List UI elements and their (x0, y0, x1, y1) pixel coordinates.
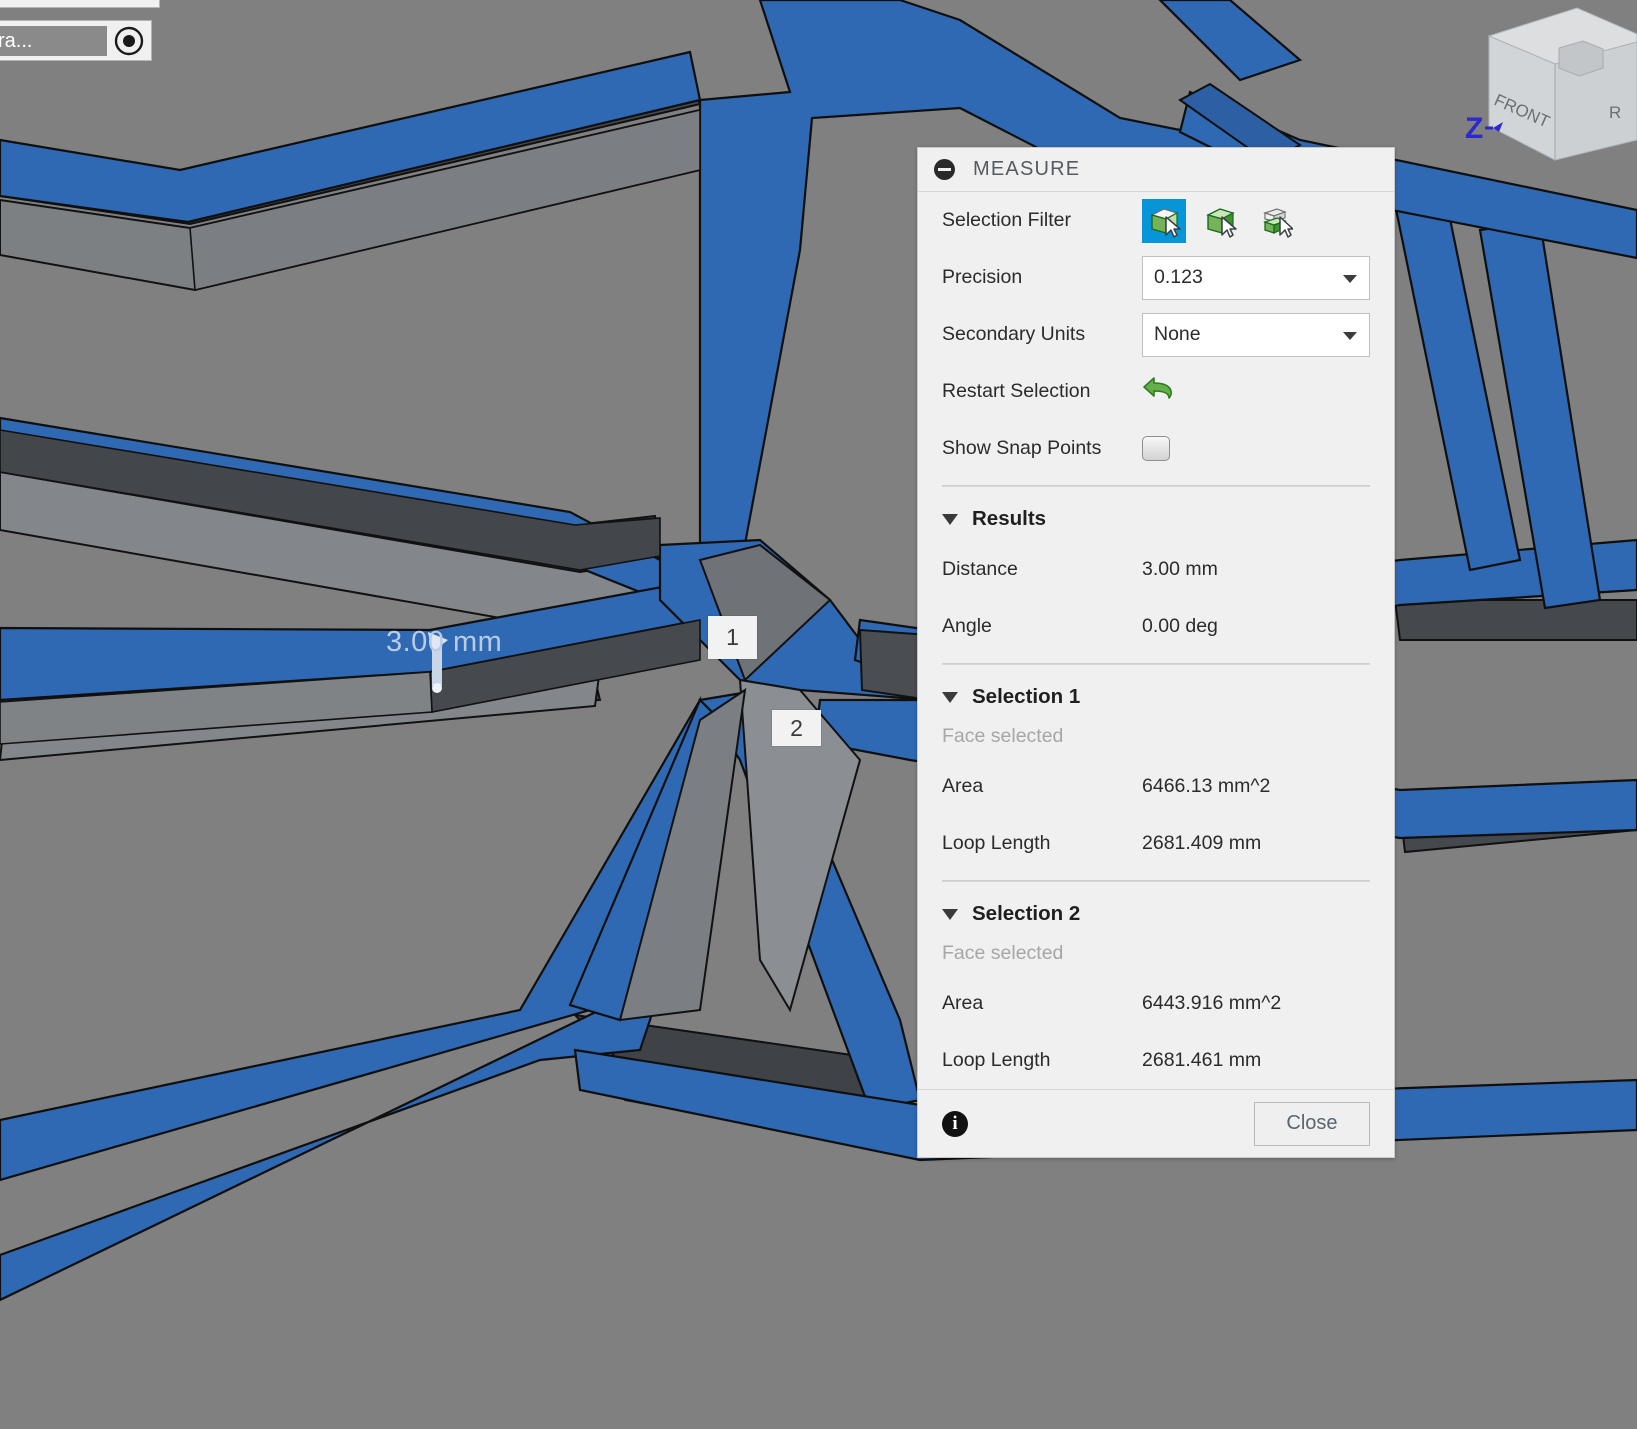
selection-2-section-header[interactable]: Selection 2 (918, 888, 1394, 936)
distance-value: 3.00 mm (1142, 558, 1218, 581)
browser-panel-edge (0, 0, 160, 8)
selection-1-area-key: Area (942, 775, 1142, 798)
measure-dialog[interactable]: MEASURE Selection Filter (917, 147, 1395, 1158)
restart-selection-row: Restart Selection (918, 363, 1394, 420)
show-snap-points-checkbox[interactable] (1142, 436, 1170, 461)
divider (942, 485, 1370, 487)
browser-component-row[interactable]: on Fra... (0, 20, 152, 61)
selection-1-area-value: 6466.13 mm^2 (1142, 775, 1270, 798)
angle-key: Angle (942, 615, 1142, 638)
selection-2-title: Selection 2 (972, 902, 1080, 926)
selection-2-row-area: Area 6443.916 mm^2 (918, 975, 1394, 1032)
info-glyph: i (952, 1113, 957, 1135)
selection-callout-1[interactable]: 1 (708, 616, 757, 659)
close-button[interactable]: Close (1254, 1102, 1370, 1146)
result-row-angle: Angle 0.00 deg (918, 598, 1394, 655)
precision-select[interactable]: 0.123 (1142, 256, 1370, 300)
chevron-down-icon (1343, 332, 1357, 340)
select-body-icon[interactable] (1198, 199, 1242, 243)
eye-visibility-icon[interactable] (107, 21, 151, 60)
info-icon[interactable]: i (942, 1111, 968, 1137)
selection-1-title: Selection 1 (972, 685, 1080, 709)
secondary-units-row: Secondary Units None (918, 306, 1394, 363)
selection-filter-buttons (1142, 199, 1298, 243)
fusion360-window: 3.00 mm 1 2 on Fra... (0, 0, 1637, 1429)
secondary-units-label: Secondary Units (942, 323, 1142, 346)
chevron-collapse-icon[interactable] (942, 909, 958, 920)
angle-value: 0.00 deg (1142, 615, 1218, 638)
selection-2-hint: Face selected (918, 936, 1394, 975)
show-snap-points-label: Show Snap Points (942, 437, 1142, 460)
result-row-distance: Distance 3.00 mm (918, 541, 1394, 598)
selection-1-loop-length-key: Loop Length (942, 832, 1142, 855)
selection-2-loop-length-key: Loop Length (942, 1049, 1142, 1072)
callout-1-label: 1 (726, 624, 739, 651)
selection-1-row-area: Area 6466.13 mm^2 (918, 758, 1394, 815)
selection-filter-label: Selection Filter (942, 209, 1142, 232)
callout-2-label: 2 (790, 715, 803, 742)
selection-1-section-header[interactable]: Selection 1 (918, 671, 1394, 719)
divider (942, 663, 1370, 665)
selection-1-row-loop-length: Loop Length 2681.409 mm (918, 815, 1394, 872)
selection-2-loop-length-value: 2681.461 mm (1142, 1049, 1261, 1072)
selection-2-area-value: 6443.916 mm^2 (1142, 992, 1281, 1015)
secondary-units-value: None (1154, 323, 1201, 346)
measure-panel-footer: i Close (918, 1089, 1394, 1157)
selection-callout-2[interactable]: 2 (772, 710, 821, 746)
selection-1-loop-length-value: 2681.409 mm (1142, 832, 1261, 855)
selection-filter-row: Selection Filter (918, 192, 1394, 249)
measure-panel-header[interactable]: MEASURE (918, 148, 1394, 192)
restart-selection-label: Restart Selection (942, 380, 1142, 403)
precision-label: Precision (942, 266, 1142, 289)
chevron-collapse-icon[interactable] (942, 692, 958, 703)
collapse-minus-icon[interactable] (934, 159, 955, 180)
selection-2-area-key: Area (942, 992, 1142, 1015)
selection-2-row-loop-length: Loop Length 2681.461 mm (918, 1032, 1394, 1089)
select-face-icon[interactable] (1142, 199, 1186, 243)
precision-value: 0.123 (1154, 266, 1203, 289)
results-title: Results (972, 507, 1046, 531)
chevron-collapse-icon[interactable] (942, 514, 958, 525)
show-snap-points-row: Show Snap Points (918, 420, 1394, 477)
chevron-down-icon (1343, 275, 1357, 283)
selection-1-hint: Face selected (918, 719, 1394, 758)
measure-panel-body: Selection Filter (918, 192, 1394, 1089)
results-section-header[interactable]: Results (918, 493, 1394, 541)
select-vertex-icon[interactable] (1254, 199, 1298, 243)
panel-title-text: MEASURE (973, 158, 1080, 181)
browser-component-name: on Fra... (0, 26, 107, 56)
secondary-units-select[interactable]: None (1142, 313, 1370, 357)
distance-key: Distance (942, 558, 1142, 581)
dimension-label: 3.00 mm (386, 626, 502, 659)
precision-row: Precision 0.123 (918, 249, 1394, 306)
divider (942, 880, 1370, 882)
undo-arrow-icon[interactable] (1142, 372, 1180, 412)
